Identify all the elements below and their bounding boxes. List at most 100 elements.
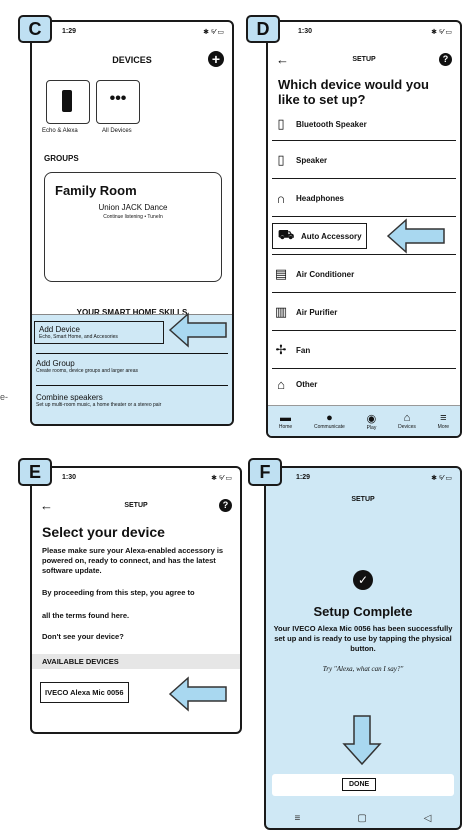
recents-icon[interactable]: ≡ — [295, 813, 301, 824]
back-icon[interactable]: ◁ — [424, 813, 432, 824]
headphones-icon: ∩ — [276, 190, 286, 206]
panel-label-d: D — [246, 15, 280, 43]
highlight-box: ⛟ Auto Accessory — [272, 223, 367, 249]
car-icon: ⛟ — [277, 227, 295, 242]
divider — [36, 353, 228, 354]
device-label: Other — [296, 379, 318, 389]
device-row-other[interactable]: ⌂ Other — [272, 370, 456, 398]
status-icons: ✱ ⁵⁄ ▭ — [203, 29, 224, 36]
device-label: Headphones — [296, 193, 345, 203]
status-icons: ✱ ⁵⁄ ▭ — [211, 475, 232, 482]
nav-more[interactable]: ≡ More — [438, 412, 449, 430]
status-bar: 1:29 ✱ ⁵⁄ ▭ — [266, 474, 460, 486]
panel-c: 1:29 ✱ ⁵⁄ ▭ DEVICES + Echo & Alexa ••• A… — [30, 20, 234, 426]
help-icon[interactable]: ? — [219, 499, 232, 512]
status-bar: 1:29 ✱ ⁵⁄ ▭ — [32, 28, 232, 40]
status-bar: 1:30 ✱ ⁵⁄ ▭ — [268, 28, 460, 40]
now-playing: Union JACK Dance — [98, 203, 168, 212]
status-time: 1:30 — [62, 474, 77, 481]
tile-echo-alexa[interactable] — [46, 80, 90, 124]
available-header: AVAILABLE DEVICES — [32, 654, 240, 669]
device-label: Fan — [296, 345, 311, 355]
page-title: DEVICES — [112, 55, 152, 65]
combine-speakers-item[interactable]: Combine speakers Set up multi-room music… — [36, 393, 161, 408]
stray-text: e- — [0, 392, 9, 402]
device-label: Air Conditioner — [296, 269, 355, 279]
menu-title: Add Group — [36, 359, 75, 368]
tile-label: All Devices — [102, 128, 132, 134]
menu-title: Combine speakers — [36, 393, 103, 402]
device-row-bluetooth-speaker[interactable]: ▯ Bluetooth Speaker — [272, 108, 456, 141]
other-icon: ⌂ — [277, 376, 285, 392]
divider — [36, 385, 228, 386]
home-button-icon[interactable]: ▢ — [357, 813, 366, 824]
help-icon[interactable]: ? — [439, 53, 452, 66]
pointer-arrow — [168, 312, 227, 348]
nav-communicate[interactable]: ● Communicate — [314, 412, 345, 430]
device-label: Auto Accessory — [301, 231, 362, 241]
tile-label: Echo & Alexa — [42, 128, 78, 134]
menu-subtitle: Set up multi-room music, a home theater … — [36, 402, 162, 408]
card-title: Family Room — [55, 183, 137, 198]
panel-f: 1:29 ✱ ⁵⁄ ▭ SETUP ✓ Setup Complete Your … — [264, 466, 462, 830]
pointer-arrow-down — [342, 715, 382, 766]
panel-label-e: E — [18, 458, 52, 486]
menu-subtitle: Create rooms, device groups and larger a… — [36, 368, 138, 374]
try-hint: Try "Alexa, what can I say?" — [322, 665, 404, 673]
panel-label-f: F — [248, 458, 282, 486]
status-time: 1:29 — [62, 28, 77, 35]
page-title: SETUP — [124, 502, 148, 509]
speaker-icon: ▯ — [277, 152, 285, 167]
menu-subtitle: Echo, Smart Home, and Accesories — [39, 334, 118, 340]
pointer-arrow — [168, 676, 227, 712]
nav-play[interactable]: ◉ Play — [367, 412, 377, 431]
add-device-item[interactable]: Add Device Echo, Smart Home, and Accesor… — [34, 321, 164, 344]
speaker-icon: ▯ — [277, 116, 285, 131]
menu-title: Add Device — [39, 325, 80, 334]
device-row-air-conditioner[interactable]: ▤ Air Conditioner — [272, 256, 456, 293]
status-icons: ✱ ⁵⁄ ▭ — [431, 29, 452, 36]
add-icon[interactable]: + — [208, 51, 224, 67]
success-message: Your IVECO Alexa Mic 0056 has been succe… — [273, 624, 453, 653]
home-icon: ▬ — [280, 412, 292, 424]
tile-all-devices[interactable]: ••• — [96, 80, 140, 124]
card-status: Continue listening • TuneIn — [103, 214, 163, 220]
instructions: Please make sure your Alexa-enabled acce… — [42, 546, 224, 575]
more-dots-icon: ••• — [109, 90, 127, 107]
nav-home[interactable]: ▬ Home — [279, 412, 292, 430]
nav-label: Communicate — [313, 424, 345, 430]
device-row-headphones[interactable]: ∩ Headphones — [272, 180, 456, 217]
play-icon: ◉ — [366, 412, 377, 425]
terms-text: By proceeding from this step, you agree … — [42, 588, 195, 597]
nav-label: Devices — [398, 424, 416, 430]
question-heading: Which device would you like to set up? — [278, 77, 429, 107]
page-title: SETUP — [351, 496, 375, 503]
device-row-speaker[interactable]: ▯ Speaker — [272, 142, 456, 179]
devices-icon: ⌂ — [403, 412, 411, 424]
terms-link[interactable]: all the terms found here. — [42, 611, 129, 620]
fan-icon: ✢ — [275, 342, 287, 357]
echo-device-icon — [62, 90, 72, 112]
nav-devices[interactable]: ⌂ Devices — [398, 412, 416, 430]
nav-label: Play — [366, 424, 377, 431]
chat-icon: ● — [326, 412, 333, 424]
device-row-air-purifier[interactable]: ▥ Air Purifier — [272, 294, 456, 331]
add-group-item[interactable]: Add Group Create rooms, device groups an… — [36, 359, 138, 374]
missing-device-link[interactable]: Don't see your device? — [42, 632, 124, 641]
page-heading: Setup Complete — [313, 604, 413, 619]
nav-label: Home — [278, 424, 293, 430]
device-option[interactable]: IVECO Alexa Mic 0056 — [40, 682, 129, 703]
ac-icon: ▤ — [274, 266, 288, 281]
device-row-fan[interactable]: ✢ Fan — [272, 332, 456, 369]
device-label: Air Purifier — [296, 307, 338, 317]
nav-label: More — [437, 424, 450, 430]
status-time: 1:29 — [296, 474, 311, 481]
family-room-card[interactable]: Family Room Union JACK Dance Continue li… — [44, 172, 222, 282]
android-nav: ≡ ▢ ◁ — [266, 813, 460, 824]
device-label: Bluetooth Speaker — [296, 119, 367, 129]
done-button[interactable]: DONE — [342, 778, 377, 791]
panel-label-c: C — [18, 15, 52, 43]
page-title: SETUP — [352, 56, 376, 63]
page-heading: Select your device — [42, 524, 165, 540]
status-icons: ✱ ⁵⁄ ▭ — [431, 475, 452, 482]
